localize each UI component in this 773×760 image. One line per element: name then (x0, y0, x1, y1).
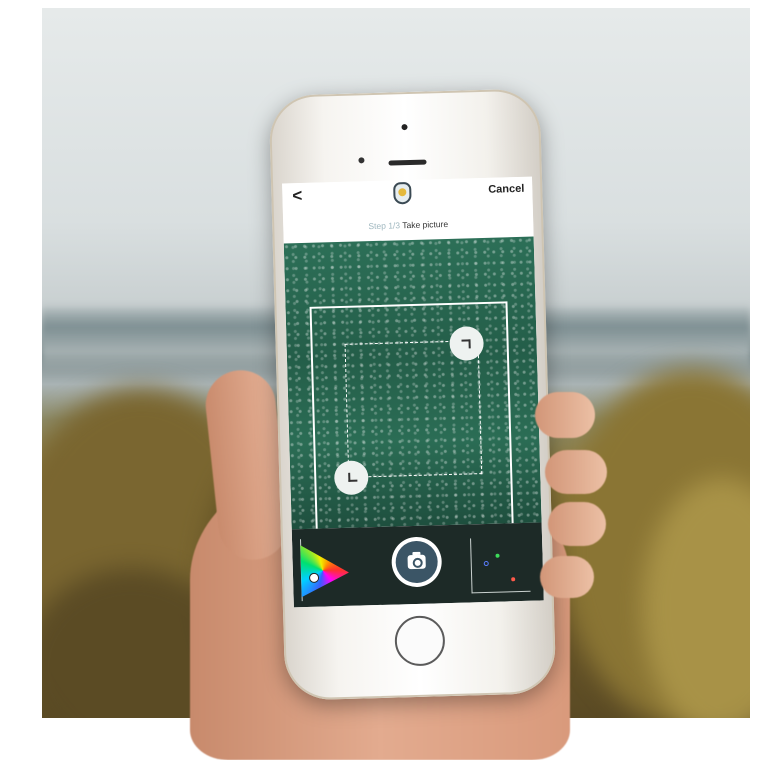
proximity-sensor (358, 157, 365, 164)
hand-finger (535, 392, 595, 438)
step-indicator: Step 1/3 Take picture (283, 217, 533, 234)
phone-device: < Cancel Step 1/3 Take picture (268, 88, 557, 701)
camera-icon (407, 554, 426, 570)
shutter-button[interactable] (390, 536, 443, 588)
scatter-point-green (495, 553, 500, 558)
color-wheel-icon[interactable] (296, 544, 349, 597)
front-camera (401, 124, 408, 131)
scatter-point-blue (483, 560, 489, 567)
step-number: Step 1/3 (368, 220, 401, 232)
shutter-inner (395, 540, 439, 584)
earpiece-speaker (388, 159, 427, 166)
scatter-point-red (511, 577, 516, 582)
camera-viewfinder[interactable] (283, 236, 542, 531)
app-logo-icon (393, 181, 412, 205)
step-title: Take picture (402, 218, 449, 231)
cancel-button[interactable]: Cancel (488, 183, 524, 196)
scatter-plot-icon[interactable] (470, 536, 531, 594)
home-button[interactable] (394, 615, 446, 667)
phone-screen: < Cancel Step 1/3 Take picture (282, 176, 544, 608)
hand-finger (548, 502, 606, 546)
hand-finger (540, 556, 594, 598)
hand-finger (545, 450, 607, 494)
camera-toolbar (291, 522, 544, 608)
crop-selection[interactable] (344, 340, 483, 478)
app-navbar: < Cancel Step 1/3 Take picture (282, 176, 534, 244)
back-button[interactable]: < (292, 186, 302, 206)
